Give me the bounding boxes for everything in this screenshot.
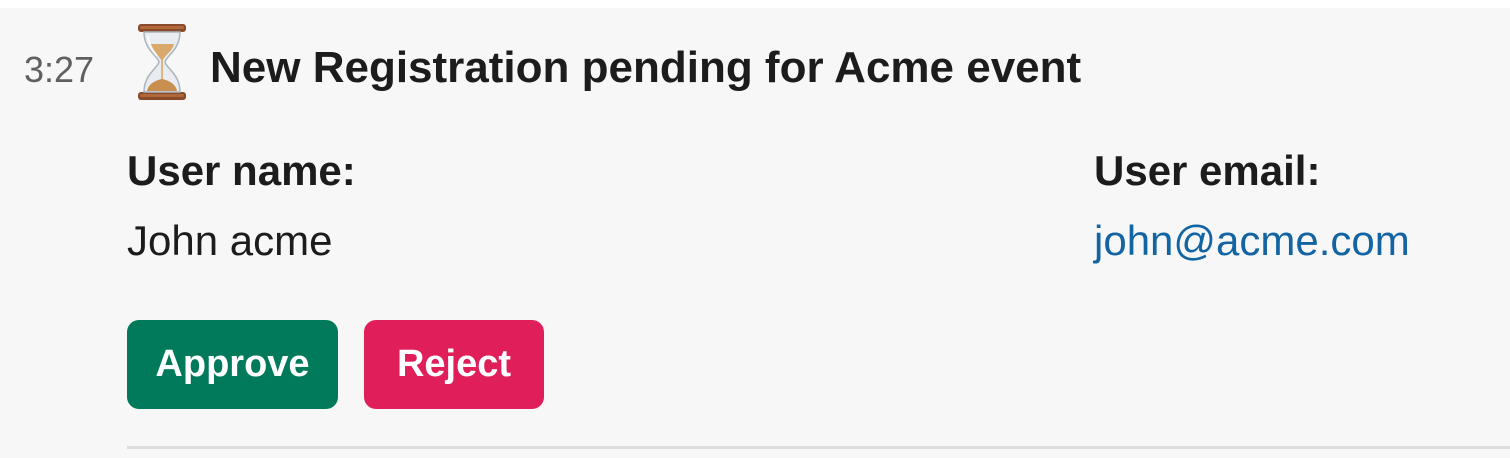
user-name-label: User name: — [127, 147, 356, 194]
message-timestamp[interactable]: 3:27 — [24, 50, 94, 90]
user-name-value: John acme — [127, 217, 333, 264]
user-email-label: User email: — [1094, 147, 1321, 194]
hourglass-icon — [136, 22, 188, 102]
message-title: New Registration pending for Acme event — [210, 43, 1082, 92]
approve-button[interactable]: Approve — [127, 320, 338, 409]
user-email-link[interactable]: john@acme.com — [1094, 217, 1410, 264]
message-divider — [127, 446, 1510, 449]
reject-button[interactable]: Reject — [364, 320, 544, 409]
message-panel: 3:27 New Registration pending for Acme e… — [0, 8, 1510, 458]
